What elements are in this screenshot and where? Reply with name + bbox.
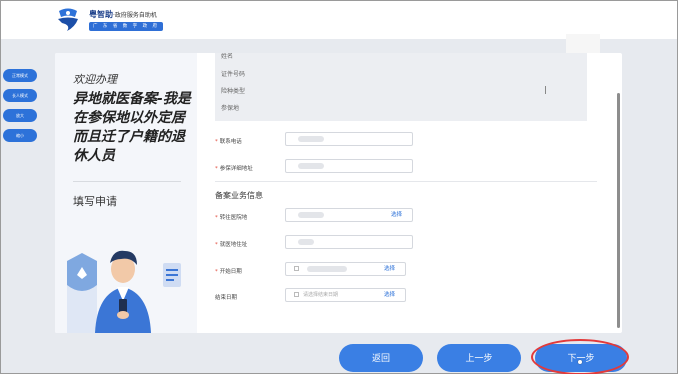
insurance-type-label: 险种类型 xyxy=(221,88,246,95)
insured-address-label: * 参保详细地址 xyxy=(215,166,253,172)
insured-place-label: 参保地 xyxy=(221,105,240,112)
vertical-scrollbar[interactable] xyxy=(617,93,620,328)
back-button[interactable]: 返回 xyxy=(339,344,423,372)
form-area: 姓名 证件号码 险种类型 参保地 * 联系电话 * 参保详细地址 备案业务信息 * 转… xyxy=(197,53,622,333)
start-date-input[interactable]: 选择 xyxy=(285,262,406,276)
highlight-ring xyxy=(531,339,629,374)
treatment-address-input[interactable] xyxy=(285,235,413,249)
phone-input[interactable] xyxy=(285,132,413,146)
welcome-text: 欢迎办理 xyxy=(73,73,117,86)
side-nav: 正常模式 长人模式 放大 缩小 xyxy=(3,69,37,149)
end-date-placeholder: 请选择结束日期 xyxy=(303,292,339,298)
end-date-input[interactable]: 请选择结束日期 选择 xyxy=(285,288,406,302)
id-number-label: 证件号码 xyxy=(221,71,246,78)
insured-address-input[interactable] xyxy=(285,159,413,173)
name-label: 姓名 xyxy=(221,53,234,60)
service-title: 异地就医备案-我是在参保地以外定居而且迁了户籍的退休人员 xyxy=(73,91,191,164)
end-date-label: 结束日期 xyxy=(215,295,238,301)
phone-label: * 联系电话 xyxy=(215,139,242,145)
app-tagline: 广 东 省 数 字 政 府 xyxy=(89,22,163,31)
application-card: 欢迎办理 异地就医备案-我是在参保地以外定居而且迁了户籍的退休人员 填写申请 姓… xyxy=(55,53,622,333)
destination-label: * 转往医院地 xyxy=(215,215,248,221)
person-illustration-icon xyxy=(55,223,197,333)
yue-logo-icon xyxy=(58,8,78,31)
zoom-out-button[interactable]: 缩小 xyxy=(3,129,37,142)
text-cursor-mark xyxy=(545,86,546,94)
destination-select-link[interactable]: 选择 xyxy=(391,209,402,221)
section-title: 备案业务信息 xyxy=(215,191,263,200)
left-divider xyxy=(73,181,181,182)
step-label: 填写申请 xyxy=(73,195,117,208)
readonly-info-box: 姓名 证件号码 险种类型 参保地 xyxy=(215,53,587,121)
treatment-address-label: * 就医地住址 xyxy=(215,242,248,248)
start-date-label: * 开始日期 xyxy=(215,269,242,275)
start-date-select-link[interactable]: 选择 xyxy=(384,263,395,275)
prev-step-button[interactable]: 上一步 xyxy=(437,344,521,372)
mode-elder-button[interactable]: 长人模式 xyxy=(3,89,37,102)
pointer-cursor-icon xyxy=(578,360,582,364)
end-date-select-link[interactable]: 选择 xyxy=(384,289,395,301)
mode-normal-button[interactable]: 正常模式 xyxy=(3,69,37,82)
section-divider xyxy=(215,181,597,182)
calendar-icon xyxy=(294,292,299,297)
destination-input[interactable]: 选择 xyxy=(285,208,413,222)
calendar-icon xyxy=(294,266,299,271)
left-panel: 欢迎办理 异地就医备案-我是在参保地以外定居而且迁了户籍的退休人员 填写申请 xyxy=(55,53,197,333)
zoom-in-button[interactable]: 放大 xyxy=(3,109,37,122)
app-title: 粤智助·政府服务自助机 xyxy=(89,10,157,19)
